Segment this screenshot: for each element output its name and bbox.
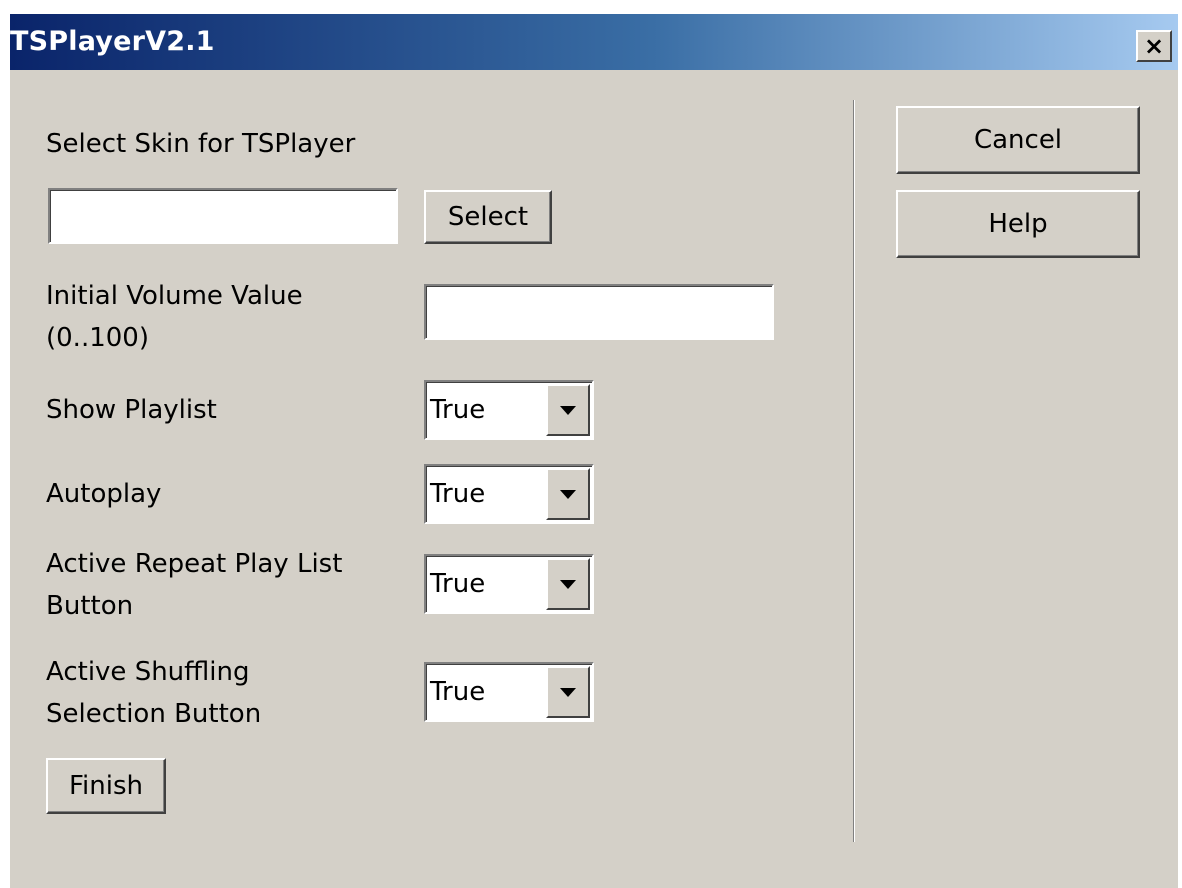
show-playlist-select[interactable]: True <box>424 380 594 440</box>
close-button[interactable]: × <box>1136 30 1172 62</box>
autoplay-dropdown-button[interactable] <box>546 468 590 520</box>
shuffle-label-line1: Active Shuffling <box>46 657 250 687</box>
shuffle-value: True <box>430 677 486 707</box>
help-button[interactable]: Help <box>896 190 1140 258</box>
repeat-playlist-value: True <box>430 569 486 599</box>
title-bar: TSPlayerV2.1 × <box>10 14 1178 70</box>
chevron-down-icon <box>560 579 576 589</box>
cancel-button[interactable]: Cancel <box>896 106 1140 174</box>
volume-input[interactable] <box>424 284 774 340</box>
chevron-down-icon <box>560 687 576 697</box>
autoplay-label: Autoplay <box>46 479 162 509</box>
vertical-divider <box>853 100 855 842</box>
volume-label-line1: Initial Volume Value <box>46 281 303 311</box>
show-playlist-label: Show Playlist <box>46 395 217 425</box>
autoplay-select[interactable]: True <box>424 464 594 524</box>
repeat-playlist-dropdown-button[interactable] <box>546 558 590 610</box>
select-skin-button[interactable]: Select <box>424 190 552 244</box>
show-playlist-dropdown-button[interactable] <box>546 384 590 436</box>
shuffle-label-line2: Selection Button <box>46 699 262 729</box>
shuffle-select[interactable]: True <box>424 662 594 722</box>
volume-label-line2: (0..100) <box>46 323 149 353</box>
repeat-playlist-select[interactable]: True <box>424 554 594 614</box>
autoplay-value: True <box>430 479 486 509</box>
show-playlist-value: True <box>430 395 486 425</box>
close-icon: × <box>1143 32 1165 60</box>
window-title: TSPlayerV2.1 <box>10 26 215 57</box>
skin-path-input[interactable] <box>48 188 398 244</box>
finish-button[interactable]: Finish <box>46 758 166 814</box>
chevron-down-icon <box>560 405 576 415</box>
chevron-down-icon <box>560 489 576 499</box>
settings-dialog: TSPlayerV2.1 × Select Skin for TSPlayer … <box>10 14 1178 888</box>
repeat-playlist-label-line2: Button <box>46 591 134 621</box>
shuffle-dropdown-button[interactable] <box>546 666 590 718</box>
repeat-playlist-label-line1: Active Repeat Play List <box>46 549 343 579</box>
skin-label: Select Skin for TSPlayer <box>46 129 356 159</box>
